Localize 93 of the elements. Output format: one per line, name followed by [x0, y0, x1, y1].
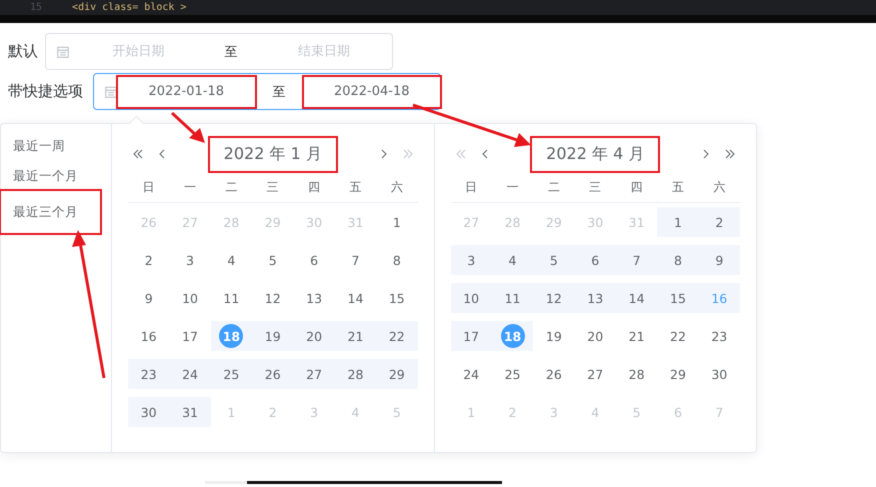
calendar-day[interactable]: 13	[583, 286, 608, 310]
calendar-day[interactable]: 5	[542, 248, 566, 272]
calendar-icon	[56, 44, 70, 58]
calendar-day[interactable]: 12	[260, 286, 285, 310]
calendar-day[interactable]: 2	[136, 248, 161, 272]
calendar-day[interactable]: 22	[384, 324, 409, 348]
calendar-day[interactable]: 8	[384, 248, 409, 272]
calendar-day[interactable]: 30	[136, 400, 161, 424]
calendar-day[interactable]: 28	[624, 362, 649, 386]
calendar-day[interactable]: 4	[500, 248, 525, 272]
calendar-day[interactable]: 6	[583, 248, 608, 272]
calendar-day[interactable]: 24	[178, 362, 202, 386]
calendar-day[interactable]: 15	[384, 286, 409, 310]
calendar-day[interactable]: 6	[302, 248, 326, 272]
calendar-day[interactable]: 8	[666, 248, 690, 272]
calendar-day[interactable]: 31	[178, 400, 202, 424]
double-chevron-right-icon[interactable]	[724, 148, 736, 160]
calendar-day[interactable]: 9	[136, 286, 161, 310]
calendar-day[interactable]: 11	[219, 286, 244, 310]
calendar-day[interactable]: 28	[343, 362, 368, 386]
annotation-arrow	[170, 112, 205, 143]
calendar-day[interactable]: 19	[260, 324, 285, 348]
calendar-day[interactable]: 25	[500, 362, 525, 386]
calendar-day[interactable]: 29	[384, 362, 409, 386]
code-line: <div class= block >	[72, 2, 186, 13]
calendar-day[interactable]: 5	[260, 248, 285, 272]
calendar-day[interactable]: 10	[178, 286, 202, 310]
shortcut-option[interactable]: 最近一个月	[1, 161, 90, 191]
end-date-input[interactable]: 结束日期	[256, 36, 392, 66]
range-separator: 至	[224, 44, 238, 60]
calendar-day[interactable]: 20	[302, 324, 326, 348]
weekday-header: 一	[506, 178, 520, 196]
shortcut-option[interactable]: 最近三个月	[1, 191, 100, 233]
end-date-input[interactable]: 2022-04-18	[304, 76, 440, 106]
calendar-day[interactable]: 29	[666, 362, 690, 386]
calendar-day[interactable]: 26	[542, 362, 566, 386]
calendar-day[interactable]: 15	[666, 286, 690, 310]
calendar-day[interactable]: 17	[178, 324, 202, 348]
date-range-field[interactable]: 开始日期 至 结束日期	[45, 33, 393, 70]
weekday-header: 日	[464, 178, 478, 196]
calendar-day[interactable]: 16	[136, 324, 161, 348]
calendar-day[interactable]: 2	[707, 210, 732, 234]
calendar-day[interactable]: 14	[624, 286, 649, 310]
calendar-icon	[104, 84, 118, 98]
weekday-header: 六	[390, 178, 404, 196]
calendar-day[interactable]: 7	[624, 248, 649, 272]
calendar-day[interactable]: 26	[260, 362, 285, 386]
month-title: 2022 年 4 月	[532, 138, 658, 170]
calendar-day[interactable]: 22	[666, 324, 690, 348]
range-separator: 至	[272, 84, 286, 100]
calendar-day[interactable]: 23	[707, 324, 732, 348]
weekday-header: 二	[546, 178, 561, 196]
calendar-day[interactable]: 27	[583, 362, 608, 386]
calendar-day[interactable]: 1	[384, 210, 409, 234]
calendar-day[interactable]: 25	[219, 362, 244, 386]
calendar-day[interactable]: 19	[542, 324, 566, 348]
calendar-day[interactable]: 3	[459, 248, 484, 272]
weekday-header: 五	[348, 178, 362, 196]
month-title: 2022 年 1 月	[210, 138, 336, 170]
calendar-day[interactable]: 20	[583, 324, 608, 348]
weekday-header: 五	[670, 178, 685, 196]
start-date-input[interactable]: 2022-01-18	[118, 76, 254, 106]
field-label: 默认	[7, 42, 39, 61]
calendar-day[interactable]: 9	[707, 248, 732, 272]
calendar-day[interactable]: 21	[343, 324, 368, 348]
start-date-input[interactable]: 开始日期	[70, 36, 206, 66]
weekday-header: 三	[266, 178, 280, 196]
field-label: 带快捷选项	[7, 82, 84, 101]
weekday-header: 四	[630, 178, 644, 196]
calendar-day[interactable]: 10	[459, 286, 484, 310]
calendar-day[interactable]: 4	[219, 248, 244, 272]
weekday-header: 三	[588, 178, 602, 196]
calendar-day[interactable]: 7	[343, 248, 368, 272]
calendar-day[interactable]: 21	[624, 324, 649, 348]
calendar-day[interactable]: 12	[542, 286, 566, 310]
date-range-field[interactable]: 2022-01-18 至 2022-04-18	[93, 73, 441, 110]
weekday-header: 二	[224, 178, 238, 196]
calendar-day[interactable]: 3	[178, 248, 202, 272]
shortcut-option[interactable]: 最近一周	[1, 131, 77, 161]
calendar-day[interactable]: 17	[459, 324, 484, 348]
calendar-day[interactable]: 14	[343, 286, 368, 310]
calendar-day[interactable]: 24	[459, 362, 484, 386]
calendar-day[interactable]: 13	[302, 286, 326, 310]
calendar-day[interactable]: 23	[136, 362, 161, 386]
calendar-day[interactable]: 1	[666, 210, 690, 234]
weekday-header: 一	[183, 178, 198, 196]
weekday-header: 六	[712, 178, 726, 196]
calendar-day[interactable]: 27	[302, 362, 326, 386]
calendar-day[interactable]: 30	[707, 362, 732, 386]
double-chevron-left-icon[interactable]	[132, 148, 144, 160]
weekday-header: 日	[142, 178, 156, 196]
weekday-header: 四	[307, 178, 322, 196]
calendar-day[interactable]: 11	[500, 286, 525, 310]
